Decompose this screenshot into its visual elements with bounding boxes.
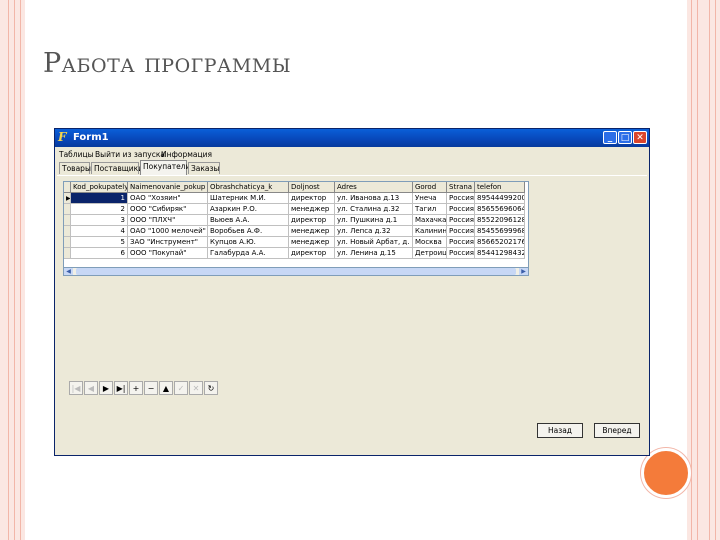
nav-refresh-icon[interactable]: ↻ [204, 381, 218, 395]
table-cell[interactable]: 4 [71, 226, 128, 237]
horizontal-scrollbar[interactable]: ◀ ▶ [63, 267, 529, 276]
table-cell[interactable]: 85455699968 [475, 226, 525, 237]
table-cell[interactable]: Россия [447, 215, 475, 226]
table-cell[interactable]: Россия [447, 193, 475, 204]
table-cell[interactable]: 6 [71, 248, 128, 259]
table-cell[interactable]: 3 [71, 215, 128, 226]
column-header[interactable]: Naimenovanie_pokup [128, 182, 208, 193]
table-cell[interactable]: директор [289, 215, 335, 226]
scrollbar-thumb[interactable] [76, 268, 516, 275]
column-header[interactable]: telefon [475, 182, 525, 193]
table-cell[interactable]: Калинингр [413, 226, 447, 237]
row-indicator[interactable] [64, 226, 71, 237]
table-cell[interactable]: Россия [447, 237, 475, 248]
tab-goods[interactable]: Товары [59, 162, 91, 174]
row-indicator[interactable] [64, 215, 71, 226]
column-header[interactable]: Adres [335, 182, 413, 193]
scroll-right-arrow-icon[interactable]: ▶ [519, 268, 528, 275]
tab-strip: Товары Поставщики Покупатели Заказы [57, 160, 647, 176]
table-cell[interactable]: ООО "Покупай" [128, 248, 208, 259]
table-cell[interactable]: ул. Ленина д.15 [335, 248, 413, 259]
table-cell[interactable]: ООО "Сибиряк" [128, 204, 208, 215]
column-header[interactable]: Obrashchaticya_k [208, 182, 289, 193]
nav-prior-icon[interactable]: ◀ [84, 381, 98, 395]
nav-cancel-icon[interactable]: ✕ [189, 381, 203, 395]
title-bar[interactable]: F Form1 _ □ ✕ [55, 129, 649, 147]
table-cell[interactable]: Россия [447, 204, 475, 215]
table-cell[interactable]: 85665202176 [475, 237, 525, 248]
table-cell[interactable]: 85441298432 [475, 248, 525, 259]
nav-insert-icon[interactable]: + [129, 381, 143, 395]
table-cell[interactable]: ул. Иванова д.13 [335, 193, 413, 204]
nav-delete-icon[interactable]: − [144, 381, 158, 395]
left-decorative-border [0, 0, 25, 540]
row-indicator[interactable]: ▶ [64, 193, 71, 204]
table-cell[interactable]: Вьюев А.А. [208, 215, 289, 226]
table-cell[interactable]: менеджер [289, 226, 335, 237]
close-button[interactable]: ✕ [633, 131, 647, 144]
table-cell[interactable]: 2 [71, 204, 128, 215]
minimize-button[interactable]: _ [603, 131, 617, 144]
table-cell[interactable]: Россия [447, 226, 475, 237]
table-cell[interactable]: Детроицк [413, 248, 447, 259]
app-window: F Form1 _ □ ✕ Таблицы Выйти из запуска И… [54, 128, 650, 456]
row-indicator[interactable] [64, 248, 71, 259]
menu-item-info[interactable]: Информация [161, 150, 212, 159]
nav-first-icon[interactable]: |◀ [69, 381, 83, 395]
tab-suppliers[interactable]: Поставщики [91, 162, 143, 174]
row-indicator[interactable] [64, 204, 71, 215]
tab-orders[interactable]: Заказы [188, 162, 220, 174]
table-cell[interactable]: Купцов А.Ю. [208, 237, 289, 248]
nav-last-icon[interactable]: ▶| [114, 381, 128, 395]
table-cell[interactable]: директор [289, 248, 335, 259]
nav-post-icon[interactable]: ✓ [174, 381, 188, 395]
customers-grid[interactable]: Kod_pokupatelya Naimenovanie_pokup Obrashc… [63, 181, 529, 273]
column-header[interactable]: Strana [447, 182, 475, 193]
table-cell[interactable]: Воробьев А.Ф. [208, 226, 289, 237]
row-indicator[interactable] [64, 237, 71, 248]
column-header[interactable]: Doljnost [289, 182, 335, 193]
table-cell[interactable]: Шатерник М.И. [208, 193, 289, 204]
column-header[interactable]: Kod_pokupatelya [71, 182, 128, 193]
table-cell[interactable]: Галабурда А.А. [208, 248, 289, 259]
table-cell[interactable]: 5 [71, 237, 128, 248]
window-title: Form1 [73, 132, 109, 143]
table-cell[interactable]: директор [289, 193, 335, 204]
table-cell[interactable]: 89544499200 [475, 193, 525, 204]
table-cell[interactable]: ОАО "Хозяин" [128, 193, 208, 204]
slide-title: Работа программы [43, 48, 292, 79]
table-cell[interactable]: Унеча [413, 193, 447, 204]
table-cell[interactable]: менеджер [289, 237, 335, 248]
scroll-left-arrow-icon[interactable]: ◀ [64, 268, 73, 275]
table-cell[interactable]: ул. Новый Арбат, д. 8 [335, 237, 413, 248]
nav-edit-icon[interactable]: ▲ [159, 381, 173, 395]
menu-item-exit[interactable]: Выйти из запуска [95, 150, 165, 159]
table-cell[interactable]: Тагил [413, 204, 447, 215]
table-cell[interactable]: менеджер [289, 204, 335, 215]
table-cell[interactable]: ЗАО "Инструмент" [128, 237, 208, 248]
table-cell[interactable]: Махачкала [413, 215, 447, 226]
table-cell[interactable]: 85655696064 [475, 204, 525, 215]
forward-button[interactable]: Вперед [594, 423, 640, 438]
table-cell[interactable]: ул. Пушкина д.1 [335, 215, 413, 226]
nav-next-icon[interactable]: ▶ [99, 381, 113, 395]
menu-item-tables[interactable]: Таблицы [59, 150, 94, 159]
table-cell[interactable]: ул. Сталина д.32 [335, 204, 413, 215]
table-cell[interactable]: ООО "ПЛХЧ" [128, 215, 208, 226]
table-cell[interactable]: Азаркин Р.О. [208, 204, 289, 215]
table-cell[interactable]: 85522096128 [475, 215, 525, 226]
table-cell[interactable]: Россия [447, 248, 475, 259]
table-cell[interactable]: ОАО "1000 мелочей" [128, 226, 208, 237]
table-cell[interactable]: 1 [71, 193, 128, 204]
column-header[interactable]: Gorod [413, 182, 447, 193]
delphi-form-icon: F [58, 130, 67, 144]
maximize-button[interactable]: □ [618, 131, 632, 144]
grid-corner [64, 182, 71, 193]
tab-customers[interactable]: Покупатели [140, 160, 190, 175]
table-cell[interactable]: Москва [413, 237, 447, 248]
back-button[interactable]: Назад [537, 423, 583, 438]
right-decorative-border [687, 0, 720, 540]
table-cell[interactable]: ул. Лепса д.32 [335, 226, 413, 237]
